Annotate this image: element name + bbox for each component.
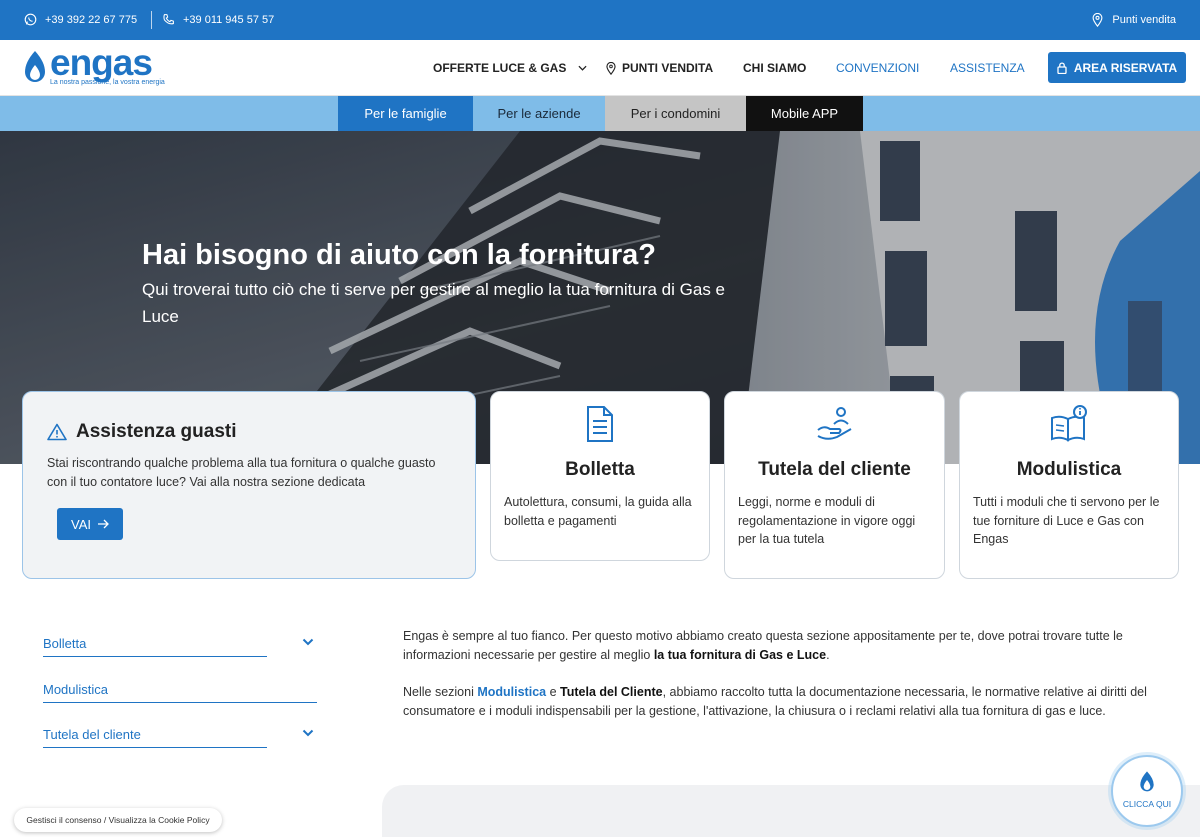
- grey-section: [382, 785, 1200, 837]
- whatsapp-icon: [24, 13, 37, 26]
- hero-title: Hai bisogno di aiuto con la fornitura?: [142, 239, 656, 271]
- accordion-label: Modulistica: [43, 682, 109, 697]
- assistenza-title-text: Assistenza guasti: [76, 421, 237, 442]
- card-description: Tutti i moduli che ti servono per le tue…: [973, 495, 1160, 546]
- landline-phone[interactable]: +39 011 945 57 57: [162, 13, 274, 26]
- card-description: Leggi, norme e moduli di regolamentazion…: [738, 495, 916, 546]
- divider: [151, 11, 152, 29]
- accordion-tutela[interactable]: Tutela del cliente: [43, 727, 314, 748]
- book-info-icon: [1051, 405, 1087, 442]
- nav-offerte[interactable]: OFFERTE LUCE & GAS: [433, 61, 587, 75]
- chevron-down-icon[interactable]: [302, 638, 314, 646]
- hero-subtitle: Qui troverai tutto ciò che ti serve per …: [142, 280, 725, 326]
- mobile-phone-number[interactable]: +39 392 22 67 775: [45, 14, 137, 26]
- text-segment: .: [826, 647, 830, 662]
- divider: [43, 656, 267, 657]
- engas-logo[interactable]: engas La nostra passione, la vostra ener…: [22, 42, 165, 92]
- card-description: Autolettura, consumi, la guida alla boll…: [504, 495, 692, 528]
- text-segment: e: [546, 685, 561, 699]
- nav-punti-vendita-label: PUNTI VENDITA: [622, 61, 714, 75]
- accordion-label: Tutela del cliente: [43, 727, 141, 742]
- flame-logo-icon: [25, 51, 45, 82]
- location-pin-icon: [606, 61, 616, 75]
- clicca-qui-button[interactable]: CLICCA QUI: [1111, 755, 1183, 827]
- cookie-consent-button[interactable]: Gestisci il consenso / Visualizza la Coo…: [14, 808, 222, 832]
- nav-offerte-label: OFFERTE LUCE & GAS: [433, 61, 567, 75]
- tab-famiglie[interactable]: Per le famiglie: [338, 96, 473, 131]
- segment-tabs: Per le famiglie Per le aziende Per i con…: [0, 96, 1200, 131]
- nav-chi-siamo-label: CHI SIAMO: [743, 61, 807, 75]
- logo-tagline: La nostra passione, la vostra energia: [50, 79, 165, 86]
- flame-logo-icon: [1140, 771, 1154, 792]
- hand-person-icon: [816, 407, 851, 440]
- nav-assistenza[interactable]: ASSISTENZA: [950, 61, 1025, 75]
- text-bold: la tua fornitura di Gas e Luce: [653, 647, 827, 662]
- phone-icon: [163, 14, 174, 25]
- card-title: Tutela del cliente: [758, 459, 911, 480]
- clicca-qui-label: CLICCA QUI: [1122, 799, 1172, 809]
- accordion-bolletta[interactable]: Bolletta: [43, 636, 314, 657]
- punti-vendita-label: Punti vendita: [1112, 14, 1176, 26]
- divider: [43, 702, 317, 703]
- location-pin-icon: [1092, 13, 1103, 27]
- nav-chi-siamo[interactable]: CHI SIAMO: [743, 61, 806, 75]
- nav-punti-vendita[interactable]: PUNTI VENDITA: [606, 61, 713, 75]
- landline-phone-number[interactable]: +39 011 945 57 57: [183, 14, 274, 26]
- nav-assistenza-label: ASSISTENZA: [950, 61, 1025, 75]
- area-riservata-label: AREA RISERVATA: [1073, 60, 1178, 75]
- logo-wordmark: engas: [50, 42, 153, 83]
- punti-vendita-link[interactable]: Punti vendita: [1092, 13, 1176, 27]
- modulistica-link[interactable]: Modulistica: [477, 685, 546, 699]
- intro-paragraph: Engas è sempre al tuo fianco. Per questo…: [403, 627, 1148, 664]
- card-title: Bolletta: [565, 459, 635, 480]
- assistenza-text: Stai riscontrando qualche problema alla …: [47, 456, 436, 489]
- chevron-down-icon[interactable]: [302, 729, 314, 737]
- bolletta-card[interactable]: Bolletta Autolettura, consumi, la guida …: [490, 391, 710, 561]
- text-bold: Tutela del Cliente: [560, 685, 663, 699]
- main-header: engas La nostra passione, la vostra ener…: [0, 40, 1200, 96]
- tab-condomini[interactable]: Per i condomini: [605, 96, 746, 131]
- divider: [43, 747, 267, 748]
- tab-aziende[interactable]: Per le aziende: [473, 96, 605, 131]
- accordion-label: Bolletta: [43, 636, 87, 651]
- lock-icon: [1057, 61, 1067, 74]
- card-title: Modulistica: [1016, 459, 1122, 480]
- chevron-down-icon: [578, 65, 587, 71]
- vai-button[interactable]: VAI: [57, 508, 123, 540]
- vai-label: VAI: [71, 516, 91, 532]
- nav-convenzioni[interactable]: CONVENZIONI: [836, 61, 919, 75]
- warning-icon: [47, 423, 67, 441]
- area-riservata-button[interactable]: AREA RISERVATA: [1048, 52, 1186, 83]
- accordion-modulistica[interactable]: Modulistica: [43, 682, 317, 703]
- text-segment: Nelle sezioni: [403, 685, 478, 699]
- tab-mobile-app[interactable]: Mobile APP: [746, 96, 863, 131]
- nav-convenzioni-label: CONVENZIONI: [836, 61, 920, 75]
- top-bar: +39 392 22 67 775 +39 011 945 57 57 Punt…: [0, 0, 1200, 40]
- arrow-right-icon: [98, 519, 109, 529]
- modulistica-card[interactable]: Modulistica Tutti i moduli che ti servon…: [959, 391, 1179, 579]
- sections-paragraph: Nelle sezioni Modulistica e Tutela del C…: [403, 683, 1148, 720]
- whatsapp-phone[interactable]: +39 392 22 67 775: [24, 13, 137, 26]
- tutela-cliente-card[interactable]: Tutela del cliente Leggi, norme e moduli…: [724, 391, 945, 579]
- assistenza-title: Assistenza guasti: [47, 421, 237, 443]
- document-icon: [587, 406, 613, 442]
- assistenza-guasti-card: Assistenza guasti Stai riscontrando qual…: [22, 391, 476, 579]
